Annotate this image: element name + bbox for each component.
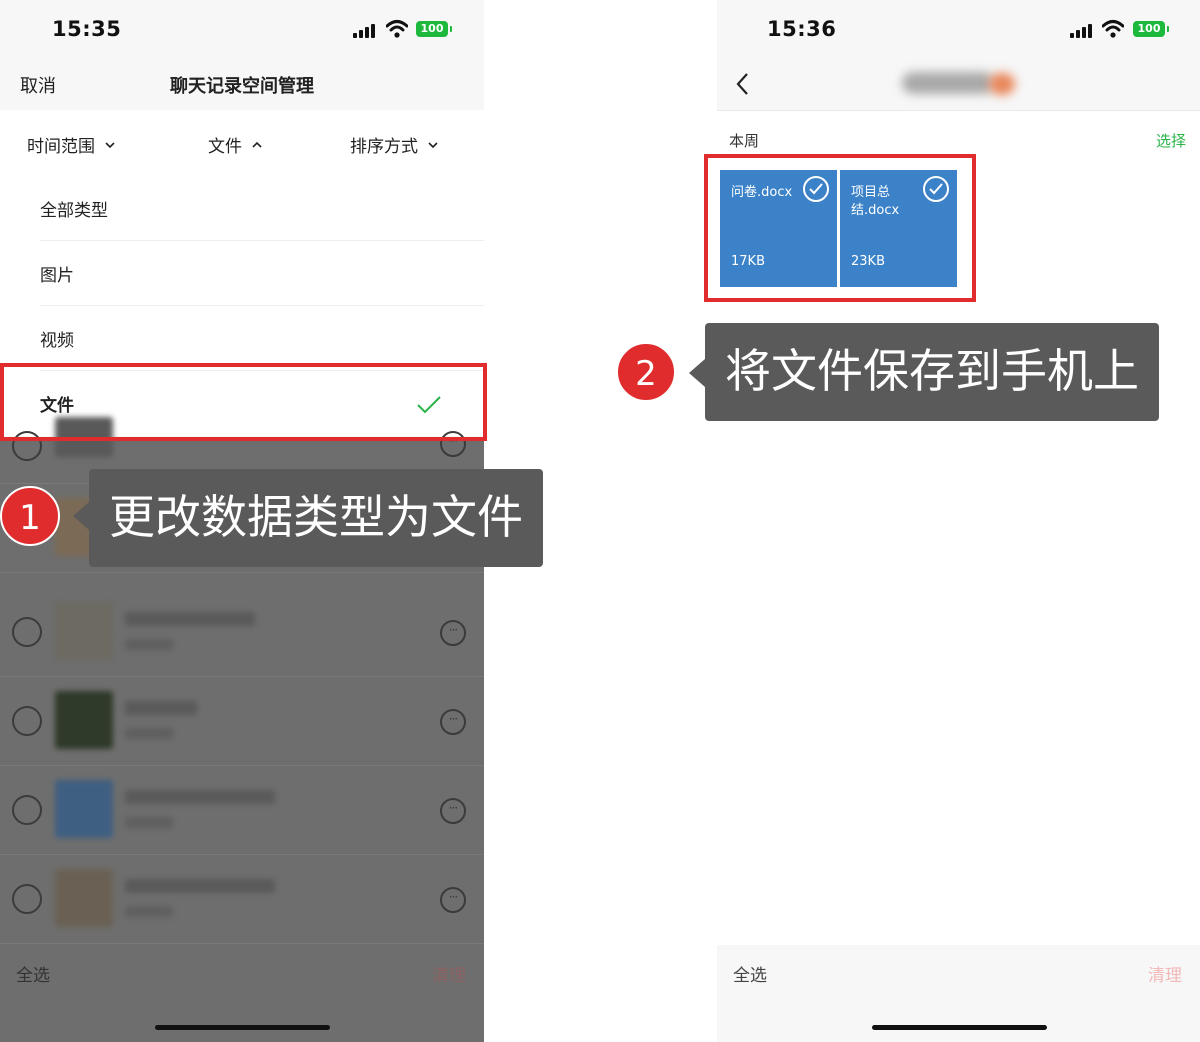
select-radio[interactable] — [12, 706, 42, 736]
file-thumbnail — [55, 869, 113, 927]
chevron-down-icon — [428, 141, 438, 148]
type-option-label: 视频 — [40, 331, 74, 351]
list-item[interactable]: ··· — [0, 854, 484, 944]
blurred-filename — [125, 879, 275, 893]
nav-bar: 取消 聊天记录空间管理 — [0, 60, 484, 110]
filter-sort-label: 排序方式 — [350, 137, 418, 157]
callout-step-1: 更改数据类型为文件 — [89, 469, 543, 567]
status-time: 15:36 — [767, 17, 837, 41]
nav-bar — [717, 60, 1200, 111]
blurred-time — [125, 817, 173, 828]
highlight-box-files — [704, 154, 976, 302]
select-all-button[interactable]: 全选 — [733, 961, 767, 986]
status-bar: 15:35 100 — [0, 0, 484, 60]
section-label-this-week: 本周 — [729, 132, 760, 150]
page-title: 聊天记录空间管理 — [170, 76, 314, 97]
filter-sort[interactable]: 排序方式 — [350, 132, 438, 157]
bottom-toolbar: 全选 清理 — [0, 945, 484, 1042]
home-indicator — [155, 1025, 330, 1030]
list-item[interactable]: ··· — [0, 587, 484, 677]
wifi-icon — [386, 20, 408, 38]
blurred-time — [125, 728, 173, 739]
bottom-toolbar: 全选 清理 — [717, 945, 1200, 1042]
select-radio[interactable] — [12, 795, 42, 825]
file-thumbnail — [55, 780, 113, 838]
list-item[interactable]: ··· — [0, 765, 484, 855]
blurred-contact-avatar — [989, 73, 1015, 95]
chevron-down-icon — [105, 141, 115, 148]
list-item[interactable]: ··· — [0, 676, 484, 766]
step-badge-2: 2 — [616, 342, 676, 402]
callout-pointer — [73, 502, 89, 530]
blurred-time — [125, 906, 173, 917]
status-time: 15:35 — [52, 17, 122, 41]
clear-button[interactable]: 清理 — [432, 961, 466, 986]
battery-icon: 100 — [1133, 21, 1169, 37]
back-arrow-icon[interactable] — [735, 72, 749, 96]
chevron-up-icon — [252, 141, 262, 148]
filter-bar: 时间范围 文件 排序方式 — [0, 110, 484, 177]
signal-icon — [353, 24, 377, 38]
filter-time-range[interactable]: 时间范围 — [27, 132, 115, 157]
status-bar: 15:36 100 — [717, 0, 1200, 60]
step-badge-1: 1 — [0, 486, 60, 546]
select-radio[interactable] — [12, 884, 42, 914]
type-option-label: 图片 — [40, 266, 74, 286]
type-option-images[interactable]: 图片 — [0, 241, 484, 306]
type-option-all[interactable]: 全部类型 — [0, 176, 484, 241]
filter-type[interactable]: 文件 — [208, 132, 262, 157]
filter-time-range-label: 时间范围 — [27, 137, 95, 157]
type-option-videos[interactable]: 视频 — [0, 306, 484, 371]
file-thumbnail — [55, 602, 113, 660]
file-thumbnail — [55, 691, 113, 749]
select-link[interactable]: 选择 — [1156, 130, 1186, 151]
more-options-icon[interactable]: ··· — [440, 887, 466, 913]
select-all-button[interactable]: 全选 — [16, 961, 50, 986]
blurred-filename — [125, 701, 197, 715]
blurred-time — [125, 639, 173, 650]
type-option-label: 全部类型 — [40, 201, 108, 221]
filter-type-label: 文件 — [208, 137, 242, 157]
clear-button[interactable]: 清理 — [1148, 961, 1182, 986]
select-radio[interactable] — [12, 617, 42, 647]
callout-step-2: 将文件保存到手机上 — [705, 323, 1159, 421]
blurred-contact-name — [902, 72, 994, 94]
battery-icon: 100 — [416, 21, 452, 37]
callout-pointer — [689, 359, 705, 387]
more-options-icon[interactable]: ··· — [440, 709, 466, 735]
home-indicator — [872, 1025, 1047, 1030]
more-options-icon[interactable]: ··· — [440, 798, 466, 824]
blurred-filename — [125, 790, 275, 804]
wifi-icon — [1102, 20, 1124, 38]
signal-icon — [1070, 24, 1094, 38]
more-options-icon[interactable]: ··· — [440, 620, 466, 646]
blurred-filename — [125, 612, 255, 626]
highlight-box-files-option — [0, 363, 487, 441]
